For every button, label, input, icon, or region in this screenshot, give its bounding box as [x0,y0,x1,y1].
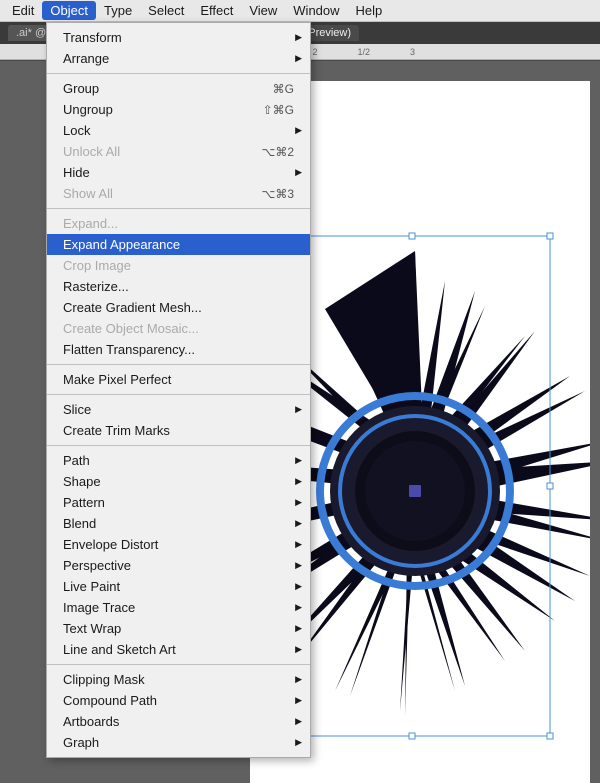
menu-graph[interactable]: Graph [47,732,310,753]
menu-shape[interactable]: Shape [47,471,310,492]
menu-window[interactable]: Window [285,1,347,20]
menu-pattern[interactable]: Pattern [47,492,310,513]
menu-transform[interactable]: Transform [47,27,310,48]
menu-ungroup[interactable]: Ungroup ⇧⌘G [47,99,310,120]
menu-rasterize[interactable]: Rasterize... [47,276,310,297]
object-menu: Transform Arrange Group ⌘G Ungroup ⇧⌘G L… [46,22,311,758]
separator-3 [47,364,310,365]
menu-clipping-mask[interactable]: Clipping Mask [47,669,310,690]
menubar: Edit Object Type Select Effect View Wind… [0,0,600,22]
menu-path[interactable]: Path [47,450,310,471]
separator-5 [47,445,310,446]
menu-image-trace[interactable]: Image Trace [47,597,310,618]
menu-live-paint[interactable]: Live Paint [47,576,310,597]
menu-arrange[interactable]: Arrange [47,48,310,69]
menu-hide[interactable]: Hide [47,162,310,183]
separator-2 [47,208,310,209]
menu-perspective[interactable]: Perspective [47,555,310,576]
menu-envelope-distort[interactable]: Envelope Distort [47,534,310,555]
menu-unlock-all: Unlock All ⌥⌘2 [47,141,310,162]
menu-text-wrap[interactable]: Text Wrap [47,618,310,639]
menu-help[interactable]: Help [348,1,391,20]
menu-expand-appearance[interactable]: Expand Appearance [47,234,310,255]
menu-select[interactable]: Select [140,1,192,20]
separator-6 [47,664,310,665]
menu-pixel-perfect[interactable]: Make Pixel Perfect [47,369,310,390]
separator-4 [47,394,310,395]
menu-type[interactable]: Type [96,1,140,20]
menu-object[interactable]: Object [42,1,96,20]
separator-1 [47,73,310,74]
menu-group[interactable]: Group ⌘G [47,78,310,99]
menu-edit[interactable]: Edit [4,1,42,20]
menu-effect[interactable]: Effect [192,1,241,20]
menu-line-sketch[interactable]: Line and Sketch Art [47,639,310,660]
menu-artboards[interactable]: Artboards [47,711,310,732]
menu-object-mosaic: Create Object Mosaic... [47,318,310,339]
menu-slice[interactable]: Slice [47,399,310,420]
menu-trim-marks[interactable]: Create Trim Marks [47,420,310,441]
menu-lock[interactable]: Lock [47,120,310,141]
menu-blend[interactable]: Blend [47,513,310,534]
menu-flatten-transparency[interactable]: Flatten Transparency... [47,339,310,360]
menu-crop-image: Crop Image [47,255,310,276]
menu-compound-path[interactable]: Compound Path [47,690,310,711]
menu-view[interactable]: View [241,1,285,20]
menu-gradient-mesh[interactable]: Create Gradient Mesh... [47,297,310,318]
menu-show-all: Show All ⌥⌘3 [47,183,310,204]
menu-expand: Expand... [47,213,310,234]
